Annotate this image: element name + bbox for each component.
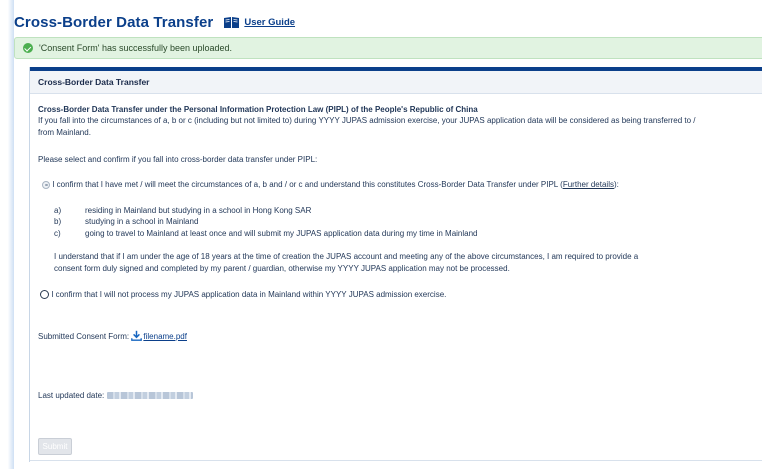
submitted-consent-form: Submitted Consent Form: filename.pdf <box>38 330 187 341</box>
alert-message: 'Consent Form' has successfully been upl… <box>39 43 233 53</box>
submit-button[interactable]: Submit <box>38 438 72 455</box>
circumstance-b-letter: b) <box>54 217 62 226</box>
intro-line-1: If you fall into the circumstances of a,… <box>38 116 696 125</box>
further-details-link[interactable]: Further details <box>563 180 614 189</box>
parental-consent-line-2: consent form duly signed and completed b… <box>54 264 510 273</box>
option-met-suffix: ): <box>613 180 619 189</box>
page-header: Cross-Border Data Transfer User Guide <box>14 14 295 31</box>
last-updated: Last updated date: <box>38 391 193 400</box>
circumstance-c-text: going to travel to Mainland at least onc… <box>85 229 478 238</box>
circumstance-a-letter: a) <box>54 206 62 215</box>
circumstance-a-text: residing in Mainland but studying in a s… <box>85 206 312 215</box>
book-icon <box>224 17 240 28</box>
intro-line-2: from Mainland. <box>38 128 91 137</box>
panel-bottom-border <box>30 460 762 461</box>
last-updated-value-redacted <box>106 392 193 400</box>
option-met-circumstances[interactable]: I confirm that I have met / will meet th… <box>42 180 619 189</box>
option-not-process[interactable]: I confirm that I will not process my JUP… <box>40 290 447 300</box>
option-not-process-radio[interactable] <box>40 290 49 300</box>
intro-title: Cross-Border Data Transfer under the Per… <box>38 105 478 114</box>
selection-prompt: Please select and confirm if you fall in… <box>38 155 318 164</box>
success-alert: 'Consent Form' has successfully been upl… <box>14 37 762 59</box>
check-circle-icon <box>23 43 33 53</box>
last-updated-label: Last updated date: <box>38 391 105 400</box>
page-title: Cross-Border Data Transfer <box>14 14 214 31</box>
consent-file-link[interactable]: filename.pdf <box>143 332 187 341</box>
cross-border-panel: Cross-Border Data Transfer Cross-Border … <box>29 67 762 462</box>
panel-heading: Cross-Border Data Transfer <box>38 77 150 87</box>
user-guide[interactable]: User Guide <box>223 16 295 29</box>
user-guide-link[interactable]: User Guide <box>244 17 295 28</box>
option-not-process-text: I confirm that I will not process my JUP… <box>51 290 447 299</box>
parental-consent-line-1: I understand that if I am under the age … <box>54 252 639 261</box>
circumstance-b-text: studying in a school in Mainland <box>85 217 199 226</box>
panel-header: Cross-Border Data Transfer <box>30 71 762 94</box>
option-met-text: I confirm that I have met / will meet th… <box>52 180 563 189</box>
submitted-label: Submitted Consent Form: <box>38 332 130 341</box>
circumstance-c-letter: c) <box>54 229 61 238</box>
download-icon[interactable] <box>131 330 143 341</box>
option-met-radio[interactable] <box>42 180 50 189</box>
